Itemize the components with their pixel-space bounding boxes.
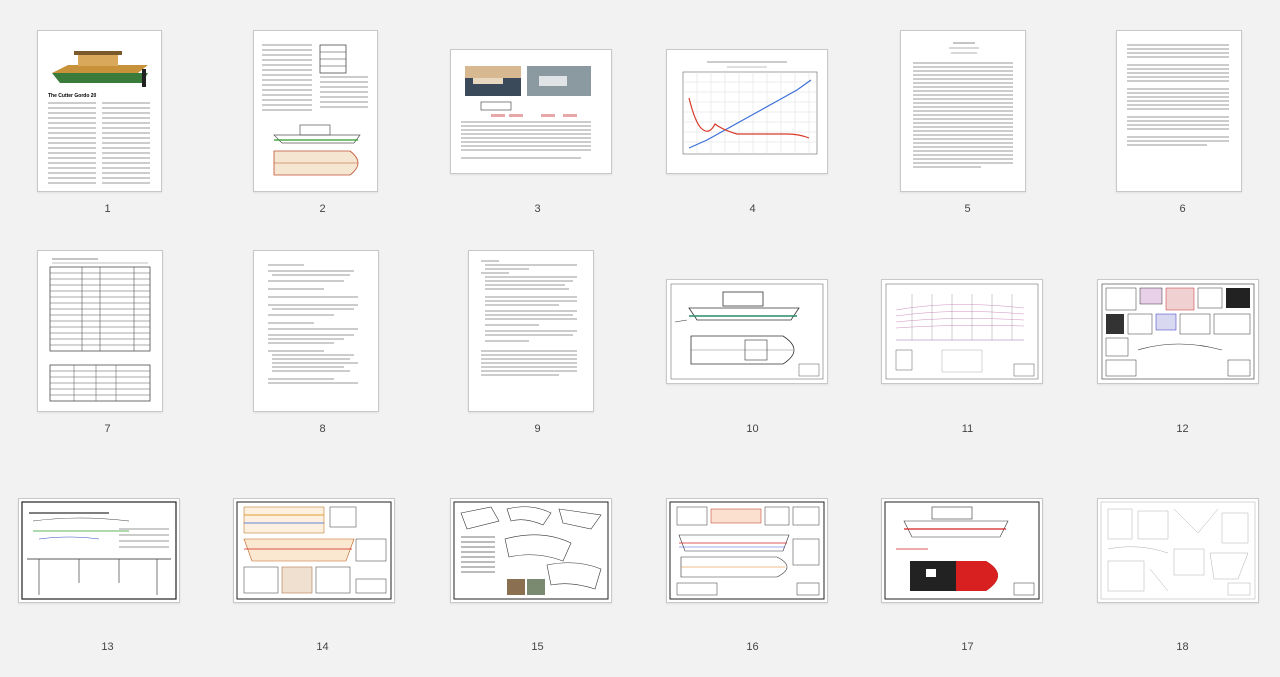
- page-2-preview: [262, 44, 368, 176]
- page-cell-2: 2: [215, 0, 430, 215]
- page-cell-1: The Cutter Gordo 20 1: [0, 0, 215, 215]
- page-cell-7: 7: [0, 220, 215, 435]
- page-number-label: 3: [534, 203, 541, 215]
- page-3-preview: [461, 66, 591, 159]
- page-1-preview: The Cutter Gordo 20: [48, 51, 150, 184]
- page-12-preview: [1101, 283, 1255, 380]
- page-7-preview: [49, 258, 151, 402]
- page-number-label: 11: [961, 423, 974, 435]
- page-thumbnail-4[interactable]: [666, 49, 828, 174]
- page-cell-17: 17: [860, 440, 1075, 653]
- page-cell-13: 13: [0, 440, 215, 653]
- page-thumbnail-18[interactable]: [1097, 498, 1259, 603]
- page-1-title: The Cutter Gordo 20: [48, 93, 97, 99]
- page-18-preview: [1100, 501, 1256, 600]
- page-15-preview: [453, 501, 609, 600]
- page-number-label: 10: [746, 423, 759, 435]
- page-number-label: 16: [746, 641, 759, 653]
- page-cell-12: 12: [1075, 220, 1280, 435]
- page-number-label: 7: [104, 423, 111, 435]
- page-cell-4: 4: [645, 0, 860, 215]
- page-thumbnail-16[interactable]: [666, 498, 828, 603]
- page-cell-16: 16: [645, 440, 860, 653]
- page-8-preview: [268, 264, 358, 384]
- page-thumbnail-8[interactable]: [253, 250, 379, 412]
- page-number-label: 4: [749, 203, 756, 215]
- page-cell-5: 5: [860, 0, 1075, 215]
- page-thumbnail-12[interactable]: [1097, 279, 1259, 384]
- page-cell-11: 11: [860, 220, 1075, 435]
- page-number-label: 1: [104, 203, 111, 215]
- page-cell-10: 10: [645, 220, 860, 435]
- page-10-preview: [670, 283, 824, 380]
- page-thumbnail-5[interactable]: [900, 30, 1026, 192]
- page-thumbnail-grid: The Cutter Gordo 20 1 2 3 4 5 6 7 8 9 10…: [0, 0, 1280, 677]
- page-cell-9: 9: [430, 220, 645, 435]
- page-number-label: 5: [964, 203, 971, 215]
- page-thumbnail-1[interactable]: The Cutter Gordo 20: [37, 30, 162, 192]
- page-number-label: 17: [961, 641, 974, 653]
- page-thumbnail-6[interactable]: [1116, 30, 1242, 192]
- page-cell-15: 15: [430, 440, 645, 653]
- page-thumbnail-11[interactable]: [881, 279, 1043, 384]
- page-cell-18: 18: [1075, 440, 1280, 653]
- page-number-label: 13: [101, 641, 114, 653]
- page-11-preview: [885, 283, 1039, 380]
- page-number-label: 2: [319, 203, 326, 215]
- page-thumbnail-13[interactable]: [18, 498, 180, 603]
- page-4-preview: [682, 61, 818, 155]
- page-cell-8: 8: [215, 220, 430, 435]
- page-thumbnail-3[interactable]: [450, 49, 612, 174]
- page-number-label: 15: [531, 641, 544, 653]
- page-thumbnail-15[interactable]: [450, 498, 612, 603]
- page-number-label: 6: [1179, 203, 1186, 215]
- page-number-label: 12: [1176, 423, 1189, 435]
- page-14-preview: [236, 501, 392, 600]
- page-13-preview: [21, 501, 177, 600]
- page-number-label: 18: [1176, 641, 1189, 653]
- page-cell-3: 3: [430, 0, 645, 215]
- page-thumbnail-7[interactable]: [37, 250, 163, 412]
- page-cell-6: 6: [1075, 0, 1280, 215]
- page-16-preview: [669, 501, 825, 600]
- page-number-label: 8: [319, 423, 326, 435]
- page-thumbnail-14[interactable]: [233, 498, 395, 603]
- page-5-preview: [913, 42, 1013, 168]
- page-17-preview: [884, 501, 1040, 600]
- page-thumbnail-10[interactable]: [666, 279, 828, 384]
- page-number-label: 9: [534, 423, 541, 435]
- page-thumbnail-17[interactable]: [881, 498, 1043, 603]
- page-6-preview: [1127, 44, 1229, 146]
- page-thumbnail-9[interactable]: [468, 250, 594, 412]
- page-9-preview: [481, 260, 577, 376]
- page-thumbnail-2[interactable]: [253, 30, 378, 192]
- page-cell-14: 14: [215, 440, 430, 653]
- page-number-label: 14: [316, 641, 329, 653]
